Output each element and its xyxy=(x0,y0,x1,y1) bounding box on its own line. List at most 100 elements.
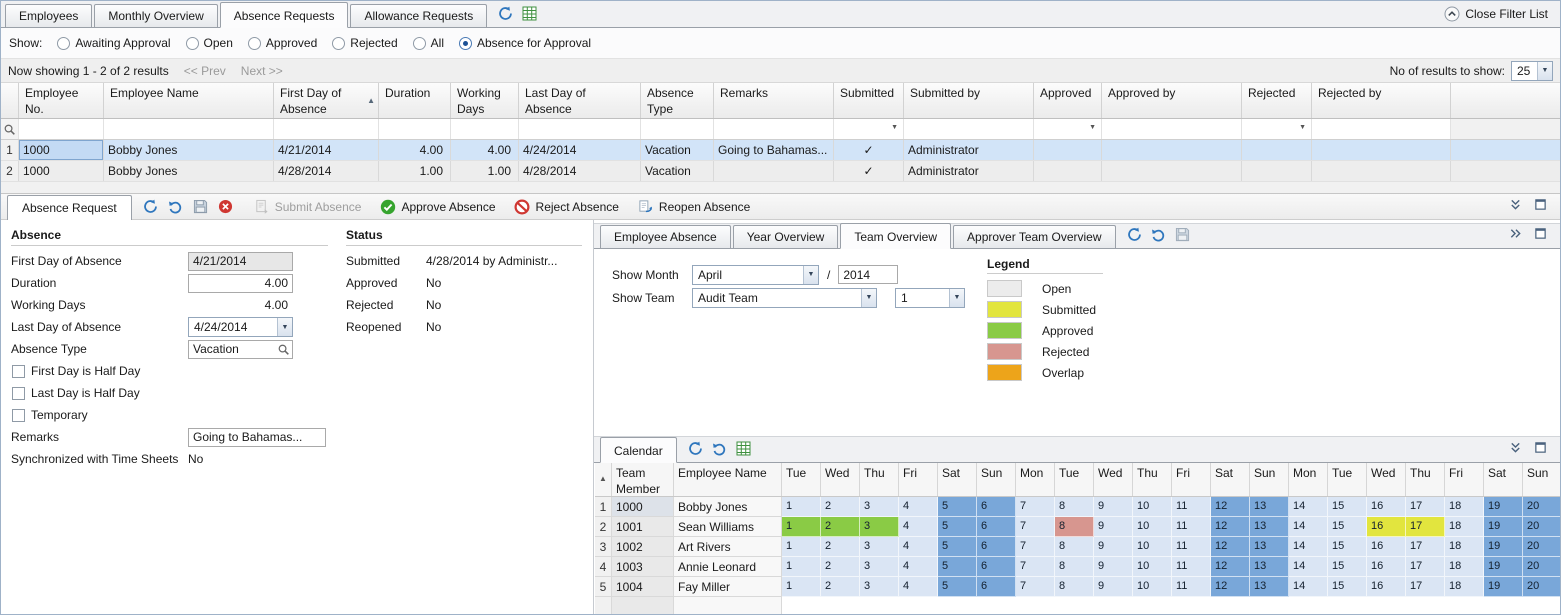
tab-year-overview[interactable]: Year Overview xyxy=(733,225,839,248)
filter-cell-rejected-by[interactable] xyxy=(1312,119,1451,139)
day-cell-10[interactable]: 10 xyxy=(1133,577,1172,597)
collapse-panel-icon[interactable] xyxy=(1507,439,1524,456)
column-header-submitted[interactable]: Submitted xyxy=(834,83,904,118)
day-header-1[interactable]: Tue xyxy=(782,463,821,496)
day-cell-8[interactable]: 8 xyxy=(1055,557,1094,577)
day-header-17[interactable]: Thu xyxy=(1406,463,1445,496)
day-cell-19[interactable]: 19 xyxy=(1484,557,1523,577)
day-cell-14[interactable]: 14 xyxy=(1289,557,1328,577)
day-cell-3[interactable]: 3 xyxy=(860,537,899,557)
filter-cell-approved-by[interactable] xyxy=(1102,119,1242,139)
day-cell-1[interactable]: 1 xyxy=(782,577,821,597)
filter-cell-approved[interactable]: ▼ xyxy=(1034,119,1102,139)
duration-input[interactable] xyxy=(188,274,293,293)
day-header-2[interactable]: Wed xyxy=(821,463,860,496)
day-cell-12[interactable]: 12 xyxy=(1211,497,1250,517)
calendar-row-5[interactable]: 51004Fay Miller1234567891011121314151617… xyxy=(595,577,1560,597)
radio-option-absence-for-approval[interactable]: Absence for Approval xyxy=(459,36,591,50)
day-header-16[interactable]: Wed xyxy=(1367,463,1406,496)
day-cell-5[interactable]: 5 xyxy=(938,497,977,517)
day-header-19[interactable]: Sat xyxy=(1484,463,1523,496)
day-cell-18[interactable]: 18 xyxy=(1445,517,1484,537)
filter-cell-submitted-by[interactable] xyxy=(904,119,1034,139)
year-input[interactable] xyxy=(838,265,898,284)
day-cell-19[interactable]: 19 xyxy=(1484,537,1523,557)
column-header-rejected[interactable]: Rejected xyxy=(1242,83,1312,118)
day-header-5[interactable]: Sat xyxy=(938,463,977,496)
day-cell-11[interactable]: 11 xyxy=(1172,577,1211,597)
filter-dropdown-icon[interactable]: ▼ xyxy=(888,122,901,133)
day-cell-6[interactable]: 6 xyxy=(977,517,1016,537)
column-header-employee-name[interactable]: Employee Name xyxy=(104,83,274,118)
day-cell-20[interactable]: 20 xyxy=(1523,557,1560,577)
results-per-page-select[interactable]: 25 ▼ xyxy=(1511,61,1553,81)
day-cell-16[interactable]: 16 xyxy=(1367,517,1406,537)
grid-row-1[interactable]: 11000Bobby Jones4/21/20144.004.004/24/20… xyxy=(1,140,1560,161)
day-header-8[interactable]: Tue xyxy=(1055,463,1094,496)
day-cell-1[interactable]: 1 xyxy=(782,497,821,517)
day-cell-3[interactable]: 3 xyxy=(860,577,899,597)
column-header-team-member[interactable]: Team Member xyxy=(612,463,674,496)
undo-icon[interactable] xyxy=(1150,226,1167,243)
absence-type-input[interactable]: Vacation xyxy=(188,340,293,359)
calendar-row-2[interactable]: 21001Sean Williams1234567891011121314151… xyxy=(595,517,1560,537)
day-cell-7[interactable]: 7 xyxy=(1016,557,1055,577)
day-cell-12[interactable]: 12 xyxy=(1211,557,1250,577)
day-cell-16[interactable]: 16 xyxy=(1367,577,1406,597)
day-cell-16[interactable]: 16 xyxy=(1367,497,1406,517)
day-cell-7[interactable]: 7 xyxy=(1016,577,1055,597)
undo-icon[interactable] xyxy=(167,198,184,215)
day-cell-18[interactable]: 18 xyxy=(1445,537,1484,557)
first-day-input[interactable] xyxy=(188,252,293,271)
day-cell-18[interactable]: 18 xyxy=(1445,577,1484,597)
calendar-row-4[interactable]: 41003Annie Leonard1234567891011121314151… xyxy=(595,557,1560,577)
team-select[interactable]: Audit Team ▼ xyxy=(692,288,877,308)
filter-cell-last-day-of-absence[interactable] xyxy=(519,119,641,139)
collapse-panel-icon[interactable] xyxy=(1507,196,1524,213)
day-cell-2[interactable]: 2 xyxy=(821,557,860,577)
day-cell-15[interactable]: 15 xyxy=(1328,537,1367,557)
day-cell-9[interactable]: 9 xyxy=(1094,557,1133,577)
column-header-employee-no[interactable]: Employee No. xyxy=(19,83,104,118)
day-cell-11[interactable]: 11 xyxy=(1172,557,1211,577)
maximize-panel-icon[interactable] xyxy=(1532,225,1549,242)
filter-dropdown-icon[interactable]: ▼ xyxy=(1296,122,1309,133)
checkbox-temporary[interactable]: Temporary xyxy=(11,404,593,426)
filter-cell-rejected[interactable]: ▼ xyxy=(1242,119,1312,139)
day-cell-4[interactable]: 4 xyxy=(899,557,938,577)
radio-option-awaiting-approval[interactable]: Awaiting Approval xyxy=(57,36,170,50)
expand-panel-icon[interactable] xyxy=(1507,225,1524,242)
day-cell-4[interactable]: 4 xyxy=(899,577,938,597)
day-cell-10[interactable]: 10 xyxy=(1133,557,1172,577)
column-header-working-days[interactable]: Working Days xyxy=(451,83,519,118)
reopen-absence-button[interactable]: Reopen Absence xyxy=(637,198,750,215)
day-cell-5[interactable]: 5 xyxy=(938,517,977,537)
day-cell-20[interactable]: 20 xyxy=(1523,537,1560,557)
day-cell-13[interactable]: 13 xyxy=(1250,497,1289,517)
column-header-submitted-by[interactable]: Submitted by xyxy=(904,83,1034,118)
day-cell-2[interactable]: 2 xyxy=(821,517,860,537)
day-cell-17[interactable]: 17 xyxy=(1406,557,1445,577)
day-cell-18[interactable]: 18 xyxy=(1445,557,1484,577)
search-icon[interactable] xyxy=(277,343,290,356)
day-cell-13[interactable]: 13 xyxy=(1250,537,1289,557)
checkbox-last-day-is-half-day[interactable]: Last Day is Half Day xyxy=(11,382,593,404)
tab-calendar[interactable]: Calendar xyxy=(600,437,677,463)
calendar-sort-ascending-icon[interactable]: ▲ xyxy=(595,463,612,496)
tab-absence-requests[interactable]: Absence Requests xyxy=(220,2,349,28)
day-cell-7[interactable]: 7 xyxy=(1016,497,1055,517)
day-cell-19[interactable]: 19 xyxy=(1484,497,1523,517)
remarks-input[interactable] xyxy=(188,428,326,447)
day-cell-20[interactable]: 20 xyxy=(1523,577,1560,597)
day-cell-15[interactable]: 15 xyxy=(1328,577,1367,597)
day-cell-10[interactable]: 10 xyxy=(1133,497,1172,517)
day-cell-19[interactable]: 19 xyxy=(1484,577,1523,597)
reject-absence-button[interactable]: Reject Absence xyxy=(514,198,619,215)
day-header-14[interactable]: Mon xyxy=(1289,463,1328,496)
tab-approver-team-overview[interactable]: Approver Team Overview xyxy=(953,225,1116,248)
calendar-row-3[interactable]: 31002Art Rivers1234567891011121314151617… xyxy=(595,537,1560,557)
radio-option-rejected[interactable]: Rejected xyxy=(332,36,397,50)
day-cell-10[interactable]: 10 xyxy=(1133,537,1172,557)
column-header-absence-type[interactable]: Absence Type xyxy=(641,83,714,118)
day-cell-11[interactable]: 11 xyxy=(1172,517,1211,537)
